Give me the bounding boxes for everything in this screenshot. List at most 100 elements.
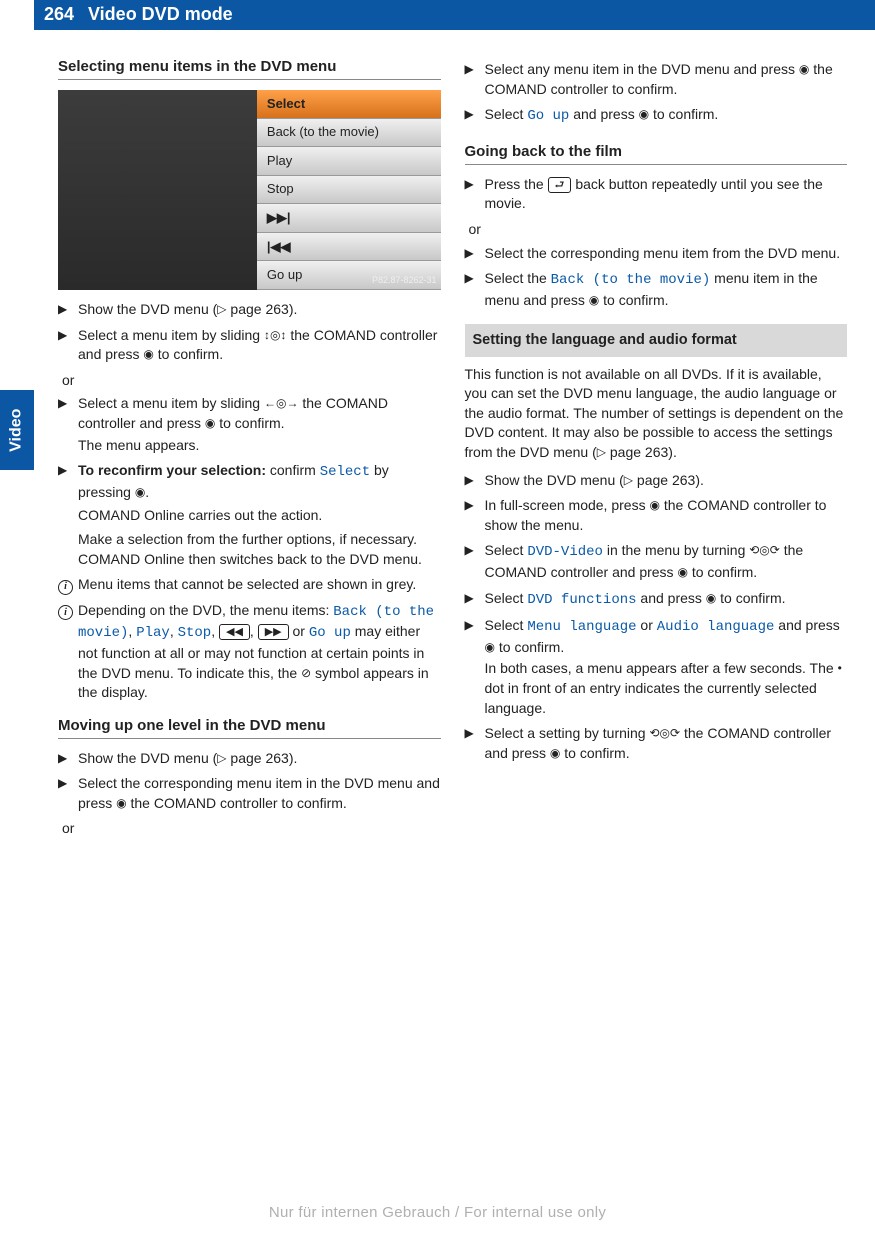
text: In both cases, a menu appears after a fe… (485, 660, 838, 676)
info-icon: i (58, 580, 73, 595)
turn-icon: ⟲◎⟳ (749, 543, 780, 557)
ui-label-back: Back (to the movie) (551, 272, 711, 288)
triangle-icon: ▶ (465, 271, 474, 285)
screenshot-item: Back (to the movie) (257, 119, 441, 148)
triangle-icon: ▶ (465, 107, 474, 121)
heading-selecting-menu: Selecting menu items in the DVD menu (58, 56, 441, 80)
text: to confirm. (495, 639, 564, 655)
text: page 263). (227, 750, 298, 766)
info-note: i Depending on the DVD, the menu items: … (58, 601, 441, 703)
triangle-icon: ▶ (58, 776, 67, 790)
screenshot-tag: P82.87-8262-31 (372, 274, 437, 287)
press-icon: ◉ (589, 293, 599, 307)
instruction-step: ▶ Select a menu item by sliding ←◎→ the … (58, 394, 441, 455)
text: in the menu by turning (603, 542, 749, 558)
text: Select a menu item by sliding (78, 327, 264, 343)
xref-icon: ▷ (597, 445, 606, 459)
triangle-icon: ▶ (465, 62, 474, 76)
triangle-icon: ▶ (465, 543, 474, 557)
text: Depending on the DVD, the menu items: (78, 602, 333, 618)
text: and press (637, 590, 706, 606)
triangle-icon: ▶ (465, 726, 474, 740)
footer-watermark: Nur für internen Gebrauch / For internal… (0, 1202, 875, 1223)
dvd-menu-screenshot: Select Back (to the movie) Play Stop ▶▶|… (58, 90, 441, 290)
text: Make a selection from the further option… (78, 530, 441, 550)
instruction-step: ▶ Show the DVD menu (▷ page 263). (58, 749, 441, 769)
info-icon: i (58, 605, 73, 620)
text: COMAND Online then switches back to the … (78, 550, 441, 570)
instruction-step: ▶ Press the ⮐ back button repeatedly unt… (465, 175, 848, 214)
slide-updown-icon: ↕◎↕ (264, 328, 286, 342)
or-text: or (469, 220, 848, 240)
side-tab-label: Video (6, 408, 28, 451)
triangle-icon: ▶ (465, 473, 474, 487)
press-icon: ◉ (143, 347, 153, 361)
instruction-step: ▶ Show the DVD menu (▷ page 263). (58, 300, 441, 320)
instruction-step: ▶ Select DVD functions and press ◉ to co… (465, 589, 848, 611)
text: COMAND Online carries out the action. (78, 506, 441, 526)
press-icon: ◉ (639, 107, 649, 121)
text: and press (774, 617, 839, 633)
triangle-icon: ▶ (58, 396, 67, 410)
triangle-icon: ▶ (58, 328, 67, 342)
text-bold: To reconfirm your selection: (78, 462, 266, 478)
text: Menu items that cannot be selected are s… (78, 575, 416, 595)
side-tab-video: Video (0, 390, 34, 470)
instruction-step: ▶ Show the DVD menu (▷ page 263). (465, 471, 848, 491)
text: Select a setting by turning (485, 725, 650, 741)
xref-icon: ▷ (217, 302, 226, 316)
instruction-step: ▶ Select any menu item in the DVD menu a… (465, 60, 848, 99)
text: to confirm. (649, 106, 718, 122)
text: Select any menu item in the DVD menu and… (485, 61, 799, 77)
prohibit-icon: ⊘ (301, 666, 311, 680)
press-icon: ◉ (649, 498, 659, 512)
screenshot-menu: Select Back (to the movie) Play Stop ▶▶|… (257, 90, 441, 290)
instruction-step: ▶ Select a setting by turning ⟲◎⟳ the CO… (465, 724, 848, 763)
ui-label-goup: Go up (309, 625, 351, 641)
ui-label-play: Play (136, 625, 170, 641)
slide-leftright-icon: ←◎→ (264, 396, 298, 410)
press-icon: ◉ (706, 591, 716, 605)
ui-label-stop: Stop (178, 625, 212, 641)
text: Show the DVD menu ( (485, 472, 624, 488)
triangle-icon: ▶ (465, 498, 474, 512)
text: . (145, 484, 149, 500)
text: Press the (485, 176, 548, 192)
xref-icon: ▷ (624, 473, 633, 487)
text: Show the DVD menu ( (78, 301, 217, 317)
back-key-icon: ⮐ (548, 177, 572, 193)
text: to confirm. (215, 415, 284, 431)
text: dot in front of an entry indicates the c… (485, 680, 817, 716)
instruction-step: ▶ In full-screen mode, press ◉ the COMAN… (465, 496, 848, 535)
dot-icon: • (838, 661, 842, 675)
text: page 263). (227, 301, 298, 317)
instruction-step: ▶ To reconfirm your selection: confirm S… (58, 461, 441, 569)
text: or (637, 617, 657, 633)
page-number: 264 (34, 0, 82, 30)
screenshot-item: ▶▶| (257, 204, 441, 233)
press-icon: ◉ (550, 746, 560, 760)
text: to confirm. (716, 590, 785, 606)
ui-label-goup: Go up (527, 108, 569, 124)
text: Select the corresponding menu item from … (485, 244, 848, 264)
triangle-icon: ▶ (465, 177, 474, 191)
text: to confirm. (688, 564, 757, 580)
text: Select (485, 542, 528, 558)
press-icon: ◉ (135, 485, 145, 499)
or-text: or (62, 371, 441, 391)
text: In full-screen mode, press (485, 497, 650, 513)
text: Select a menu item by sliding (78, 395, 264, 411)
heading-moving-up: Moving up one level in the DVD menu (58, 715, 441, 739)
rewind-key-icon: ◀◀ (219, 624, 250, 640)
right-column: ▶ Select any menu item in the DVD menu a… (465, 56, 848, 841)
press-icon: ◉ (205, 416, 215, 430)
instruction-step: ▶ Select DVD-Video in the menu by turnin… (465, 541, 848, 582)
text: to confirm. (599, 292, 668, 308)
triangle-icon: ▶ (465, 246, 474, 260)
paragraph: This function is not available on all DV… (465, 365, 848, 463)
text: Select (485, 590, 528, 606)
text: Show the DVD menu ( (78, 750, 217, 766)
xref-icon: ▷ (217, 751, 226, 765)
text: the COMAND controller to confirm. (127, 795, 347, 811)
instruction-step: ▶ Select the corresponding menu item fro… (465, 244, 848, 264)
